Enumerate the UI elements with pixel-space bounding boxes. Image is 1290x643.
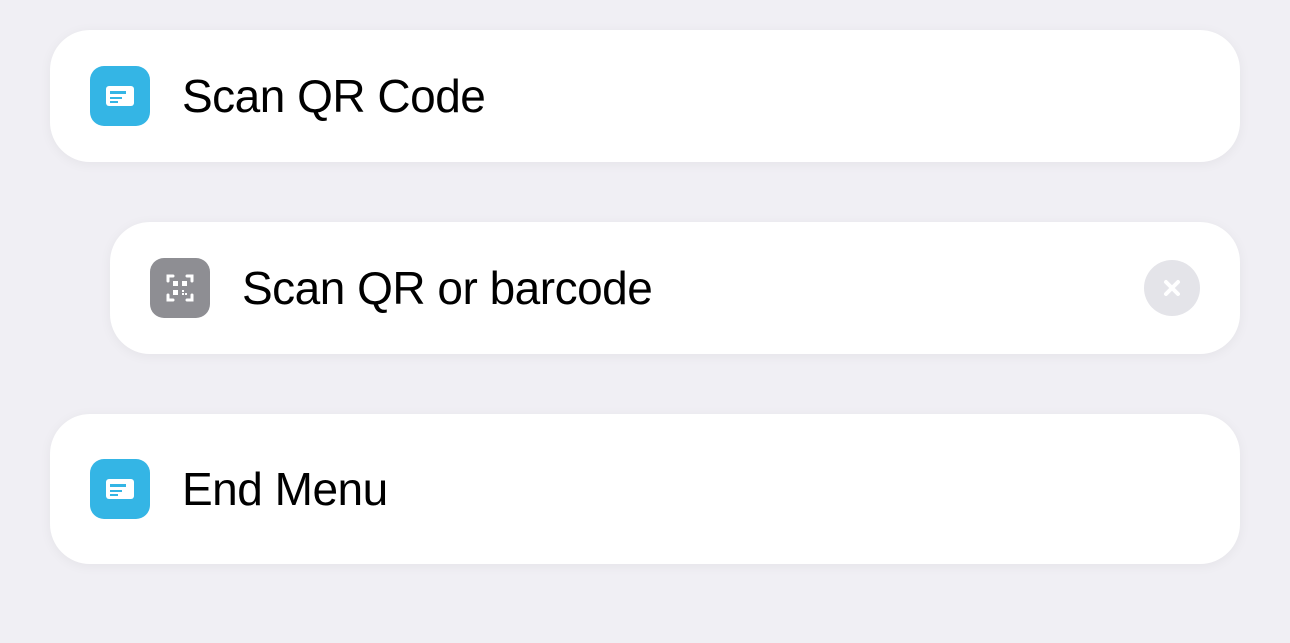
menu-end[interactable]: End Menu <box>50 414 1240 564</box>
menu-end-label: End Menu <box>182 462 388 516</box>
close-icon <box>1160 276 1184 300</box>
menu-option-scan-qr-code[interactable]: Scan QR Code <box>50 30 1240 162</box>
menu-icon <box>90 459 150 519</box>
remove-action-button[interactable] <box>1144 260 1200 316</box>
qr-scan-icon <box>150 258 210 318</box>
menu-option-label: Scan QR Code <box>182 69 485 123</box>
menu-icon <box>90 66 150 126</box>
action-label: Scan QR or barcode <box>242 261 652 315</box>
action-scan-qr-or-barcode[interactable]: Scan QR or barcode <box>110 222 1240 354</box>
